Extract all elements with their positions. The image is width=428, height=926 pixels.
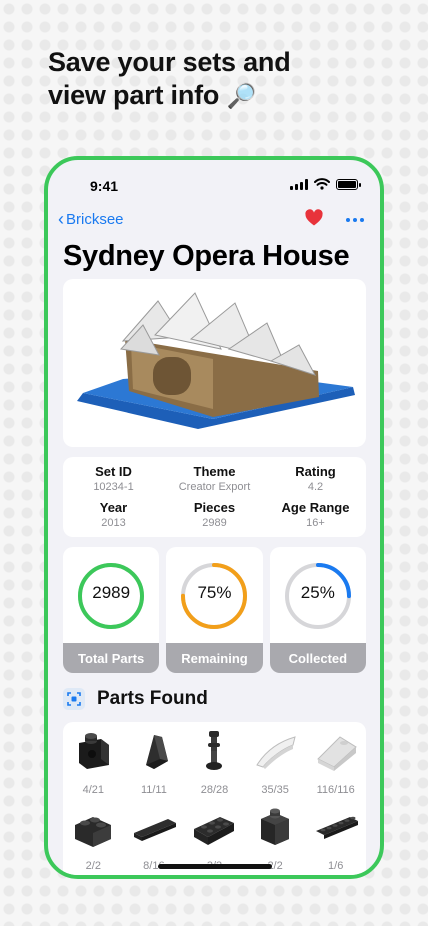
long-plate-icon — [315, 816, 358, 839]
home-indicator[interactable] — [158, 864, 272, 869]
flat-tile-icon — [133, 819, 176, 841]
info-label: Set ID — [95, 464, 132, 479]
info-value: 2013 — [101, 517, 126, 529]
back-label: Bricksee — [66, 210, 124, 228]
info-label: Rating — [295, 464, 336, 479]
corner-brick-icon — [75, 817, 112, 847]
info-value: 16+ — [306, 517, 325, 529]
slope-icon — [145, 735, 168, 769]
part-count: 2/2 — [85, 860, 101, 872]
heart-icon[interactable] — [304, 208, 324, 228]
plate-icon — [194, 817, 235, 845]
part-count: 35/35 — [261, 784, 289, 796]
headline-line-2: view part info 🔎 — [48, 79, 388, 113]
stats-row: 2989 Total Parts 75% Remaining 25% Colle… — [63, 547, 366, 673]
part-item[interactable]: 4/21 — [63, 726, 124, 802]
part-item[interactable]: 35/35 — [245, 726, 306, 802]
cube-brick-icon — [261, 808, 290, 845]
parts-grid: 4/21 11/11 28/28 35/35 116/116 2/2 8/16 … — [63, 726, 366, 875]
magnifier-icon: 🔎 — [226, 83, 257, 110]
info-age-range: Age Range 16+ — [265, 497, 366, 533]
page-title: Sydney Opera House — [63, 240, 350, 272]
lamp-post-icon — [206, 731, 223, 770]
info-theme: Theme Creator Export — [164, 461, 265, 497]
scan-icon — [63, 688, 85, 710]
battery-icon — [336, 178, 361, 190]
info-year: Year 2013 — [63, 497, 164, 533]
status-bar: 9:41 — [48, 160, 380, 204]
info-value: 4.2 — [307, 481, 324, 493]
stat-label: Remaining — [166, 643, 263, 673]
nav-bar: ‹ Bricksee — [48, 206, 380, 234]
part-count: 1/6 — [328, 860, 344, 872]
part-count: 116/116 — [316, 784, 355, 796]
info-pieces: Pieces 2989 — [164, 497, 265, 533]
stat-value: 75% — [197, 583, 232, 602]
info-value: 2989 — [202, 517, 227, 529]
status-time: 9:41 — [90, 178, 119, 194]
headline-line-1: Save your sets and — [48, 47, 291, 77]
chevron-left-icon: ‹ — [58, 209, 64, 229]
part-count: 4/21 — [82, 784, 104, 796]
info-set-id: Set ID 10234-1 — [63, 461, 164, 497]
stat-label: Total Parts — [63, 643, 160, 673]
part-item[interactable]: 1/6 — [305, 802, 366, 875]
part-item[interactable]: 11/11 — [124, 726, 185, 802]
light-slope-icon — [316, 736, 357, 771]
ellipsis-icon[interactable] — [346, 218, 364, 222]
set-image — [63, 279, 366, 447]
stat-remaining[interactable]: 75% Remaining — [166, 547, 263, 673]
part-item[interactable]: 116/116 — [305, 726, 366, 802]
brick-stud-icon — [79, 733, 110, 769]
stat-collected[interactable]: 25% Collected — [269, 547, 366, 673]
info-rating: Rating 4.2 — [265, 461, 366, 497]
parts-card: 4/21 11/11 28/28 35/35 116/116 2/2 8/16 … — [63, 722, 366, 875]
wifi-icon — [314, 178, 330, 190]
part-count: 11/11 — [140, 784, 167, 796]
stat-value: 25% — [300, 583, 335, 602]
signal-icon — [290, 178, 308, 190]
stat-total-parts[interactable]: 2989 Total Parts — [63, 547, 160, 673]
parts-header: Parts Found — [63, 688, 208, 710]
part-item[interactable]: 28/28 — [184, 726, 245, 802]
info-label: Year — [99, 500, 128, 515]
parts-title: Parts Found — [97, 688, 208, 709]
stat-value: 2989 — [92, 583, 131, 602]
part-item[interactable]: 2/2 — [63, 802, 124, 875]
phone-frame: 9:41 ‹ Bricksee Sydney Opera House Set I… — [44, 156, 384, 879]
info-label: Theme — [193, 464, 236, 479]
set-info-card: Set ID 10234-1 Theme Creator Export Rating… — [63, 457, 366, 537]
part-count: 28/28 — [200, 784, 229, 796]
status-icons — [290, 178, 361, 190]
info-value: Creator Export — [178, 481, 251, 493]
info-label: Pieces — [193, 500, 236, 515]
stat-label: Collected — [269, 643, 366, 673]
info-label: Age Range — [281, 500, 350, 515]
info-value: 10234-1 — [93, 481, 134, 493]
back-button[interactable]: ‹ Bricksee — [58, 210, 124, 228]
headline-line-2-text: view part info — [48, 80, 220, 110]
headline: Save your sets and view part info 🔎 — [48, 46, 388, 113]
curved-wedge-icon — [256, 736, 296, 769]
